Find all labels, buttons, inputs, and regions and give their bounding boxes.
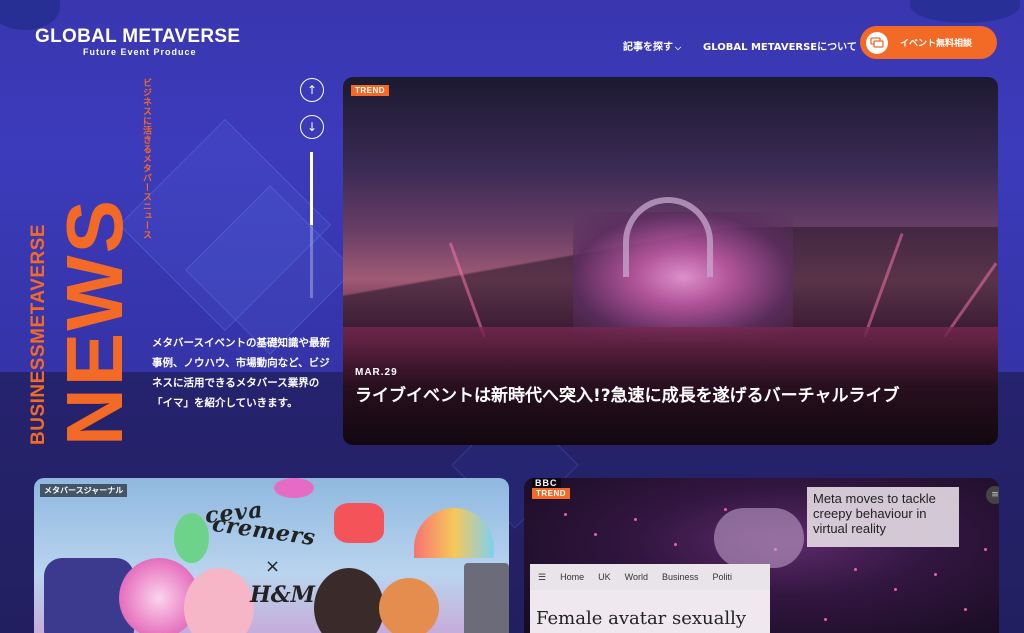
card-image-avatar [184,568,254,633]
hero-image-arch [623,197,713,277]
card-image-nav-item: Business [661,572,699,582]
logo-title: GLOBAL METAVERSE [35,26,241,47]
logo-tagline: Future Event Produce [83,47,197,57]
card-image-light [854,568,857,571]
nav-label: 記事を探す [623,42,673,53]
free-consultation-button[interactable]: イベント無料相談 [860,26,997,59]
brand-vertical-title: NEWS [50,198,139,446]
featured-article-card[interactable]: TREND MAR.29 ライブイベントは新時代へ突入!?急速に成長を遂げるバー… [343,77,998,445]
cta-label: イベント無料相談 [900,39,973,49]
card-image-nav-item: UK [598,572,611,582]
card-image-nav-item: Politi [712,572,732,582]
card-image-nav-item: Home [560,572,585,582]
card-image-light [824,618,827,621]
slider-progress-fill [310,152,313,225]
chevron-down-icon: ⌵ [675,43,682,52]
card-image-light [964,608,967,611]
arrow-up-icon[interactable]: ↑ [300,78,324,102]
nav-label: GLOBAL METAVERSEについて [703,42,857,53]
article-date: MAR.29 [355,367,398,378]
card-image-light [674,543,677,546]
menu-icon: ☰ [538,571,547,582]
card-image-navbar: ☰ Home UK World Business Politi [530,564,770,590]
card-image-light [934,573,937,576]
nav-about[interactable]: GLOBAL METAVERSEについて [703,38,857,53]
category-tag: TREND [532,488,571,499]
card-image-headline: Meta moves to tackle creepy behaviour in… [807,487,959,547]
category-tag: TREND [351,85,390,96]
card-image-ball [379,578,439,633]
category-tag: メタバースジャーナル [40,484,128,497]
article-card[interactable]: BBC TREND Meta moves to tackle creepy be… [524,478,999,633]
card-image-vr-headset [714,508,804,568]
card-image-light [564,513,567,516]
card-image-light [984,548,987,551]
chat-bubble-icon [866,31,888,54]
card-image-character [334,503,384,543]
article-title[interactable]: ライブイベントは新時代へ突入!?急速に成長を遂げるバーチャルライブ [355,384,985,409]
bbc-logo: BBC [532,478,561,488]
card-image-title: Female avatar sexually [536,608,747,629]
card-image-light [594,533,597,536]
site-logo[interactable]: GLOBAL METAVERSE Future Event Produce [35,26,240,57]
brand-vertical-caption: ビジネスに活きるメタバースニュース [141,78,151,240]
card-image-building [464,563,509,633]
card-image-light [634,518,637,521]
card-image-light [724,508,727,511]
menu-icon: ≡ [986,486,999,504]
brand-vertical-subtitle: BUSINESSMETAVERSE [28,223,49,445]
card-image-nav-item: World [624,572,648,582]
nav-find-articles[interactable]: 記事を探す ⌵ [623,38,681,53]
slider-progress-track [310,152,313,298]
card-image-text: × [265,556,281,577]
card-image-text: H&M [250,582,316,608]
card-image-alien [174,513,209,563]
card-image-character [274,478,314,498]
card-image-avatar [314,568,384,633]
card-image-light [894,588,897,591]
arrow-down-icon[interactable]: ↓ [300,115,324,139]
site-description: メタバースイベントの基礎知識や最新事例、ノウハウ、市場動向など、ビジネスに活用で… [152,337,330,409]
card-image-rainbow [414,508,494,558]
